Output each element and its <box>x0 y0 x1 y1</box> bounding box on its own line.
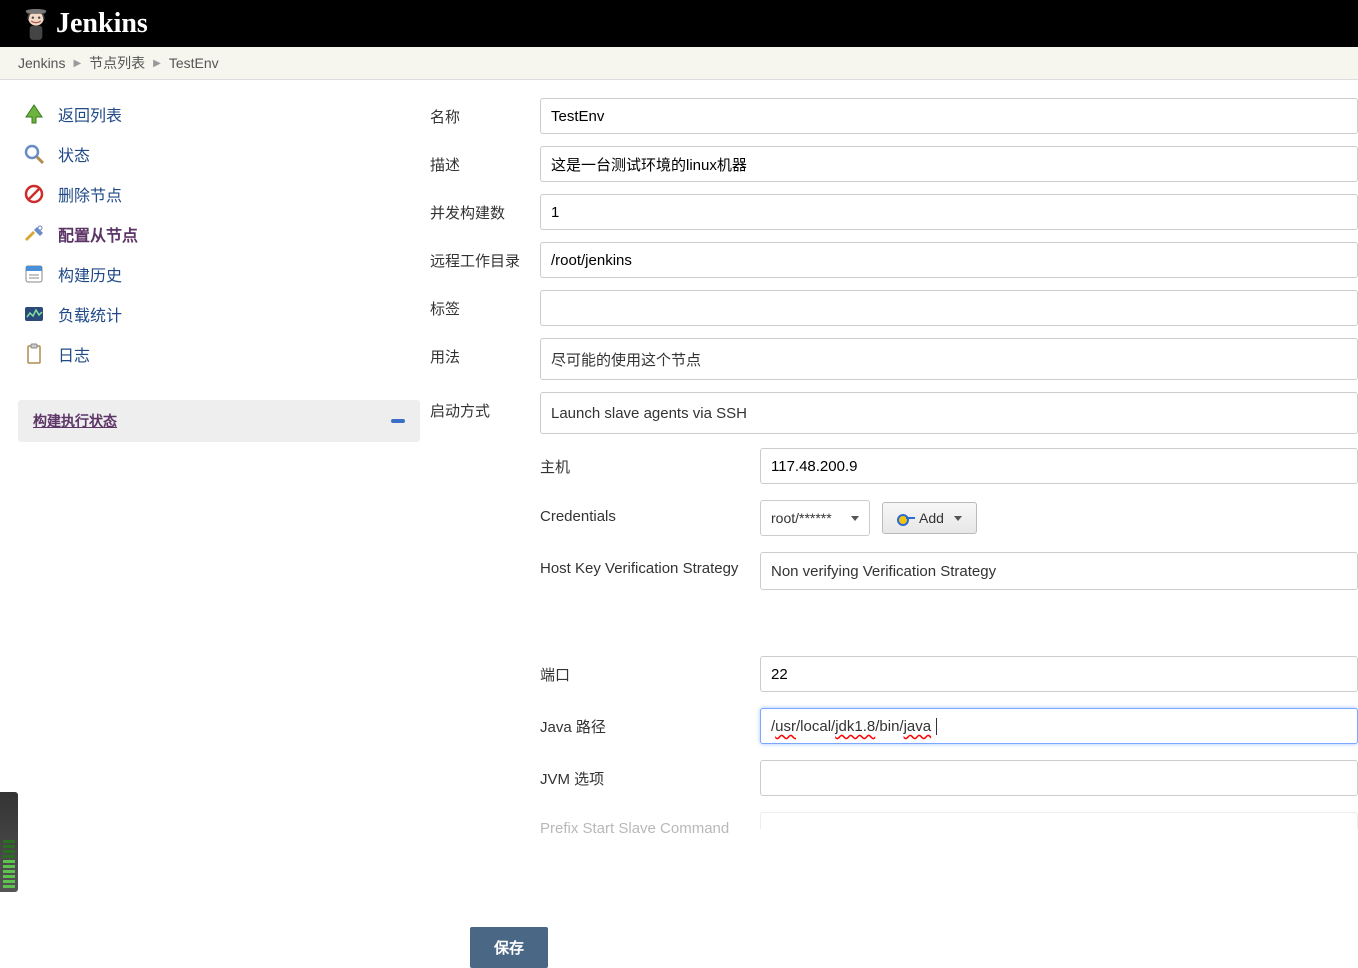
chevron-down-icon <box>851 516 859 521</box>
monitor-icon <box>22 302 46 326</box>
name-input[interactable] <box>540 98 1358 134</box>
collapse-icon[interactable] <box>391 419 405 423</box>
executors-input[interactable] <box>540 194 1358 230</box>
label-hostkey-strategy: Host Key Verification Strategy <box>540 552 760 577</box>
launch-select-value: Launch slave agents via SSH <box>551 405 747 422</box>
label-remote-root: 远程工作目录 <box>430 242 540 271</box>
label-port: 端口 <box>540 656 760 685</box>
hostkey-strategy-select[interactable]: Non verifying Verification Strategy <box>760 552 1358 590</box>
label-java-path: Java 路径 <box>540 708 760 737</box>
feedback-widget[interactable] <box>0 792 18 892</box>
app-header: Jenkins <box>0 0 1358 47</box>
label-launch: 启动方式 <box>430 392 540 421</box>
label-description: 描述 <box>430 146 540 175</box>
label-jvm-options: JVM 选项 <box>540 760 760 789</box>
breadcrumb-item-jenkins[interactable]: Jenkins <box>18 55 65 71</box>
clipboard-icon <box>22 342 46 366</box>
prefix-command-input[interactable] <box>760 812 1358 829</box>
executor-status-title: 构建执行状态 <box>33 411 117 431</box>
sidebar-item-load[interactable]: 负载统计 <box>18 294 420 334</box>
app-title: Jenkins <box>56 8 148 40</box>
sidebar-item-history[interactable]: 构建历史 <box>18 254 420 294</box>
sidebar-item-back[interactable]: 返回列表 <box>18 94 420 134</box>
sidebar-item-delete[interactable]: 删除节点 <box>18 174 420 214</box>
label-prefix-command: Prefix Start Slave Command <box>540 812 760 837</box>
java-path-input[interactable]: /usr/local/jdk1.8/bin/java <box>760 708 1358 744</box>
history-icon <box>22 262 46 286</box>
host-input[interactable] <box>760 448 1358 484</box>
description-input[interactable] <box>540 146 1358 182</box>
tools-icon <box>22 222 46 246</box>
sidebar-item-log[interactable]: 日志 <box>18 334 420 374</box>
usage-select-value: 尽可能的使用这个节点 <box>551 349 701 370</box>
text-cursor <box>932 718 937 735</box>
tags-input[interactable] <box>540 290 1358 326</box>
chevron-down-icon <box>954 516 962 521</box>
chevron-right-icon: ▶ <box>153 58 161 69</box>
ssh-config-section: 主机 Credentials root/****** Add <box>540 440 1358 837</box>
label-executors: 并发构建数 <box>430 194 540 223</box>
sidebar-item-status[interactable]: 状态 <box>18 134 420 174</box>
sidebar-item-label: 构建历史 <box>58 262 122 286</box>
breadcrumb-item-testenv[interactable]: TestEnv <box>169 55 219 71</box>
hostkey-select-value: Non verifying Verification Strategy <box>771 563 996 580</box>
label-host: 主机 <box>540 448 760 477</box>
sidebar-item-label: 状态 <box>58 142 90 166</box>
jenkins-icon <box>20 5 52 43</box>
sidebar: 返回列表 状态 删除节点 配置从节点 构建历史 负载统计 日志 构建执行状态 <box>0 80 430 917</box>
sidebar-item-label: 日志 <box>58 342 90 366</box>
sidebar-item-label: 配置从节点 <box>58 222 138 246</box>
key-icon <box>897 514 913 522</box>
label-tags: 标签 <box>430 290 540 319</box>
launch-method-select[interactable]: Launch slave agents via SSH <box>540 392 1358 434</box>
label-credentials: Credentials <box>540 500 760 525</box>
label-usage: 用法 <box>430 338 540 367</box>
credentials-select[interactable]: root/****** <box>760 500 870 536</box>
breadcrumb: Jenkins ▶ 节点列表 ▶ TestEnv <box>0 47 1358 80</box>
add-button-label: Add <box>919 510 944 526</box>
arrow-up-icon <box>22 102 46 126</box>
usage-select[interactable]: 尽可能的使用这个节点 <box>540 338 1358 380</box>
label-name: 名称 <box>430 98 540 127</box>
breadcrumb-item-nodes[interactable]: 节点列表 <box>89 53 145 73</box>
executor-status-panel[interactable]: 构建执行状态 <box>18 400 420 442</box>
add-credentials-button[interactable]: Add <box>882 502 977 534</box>
sidebar-item-label: 负载统计 <box>58 302 122 326</box>
search-icon <box>22 142 46 166</box>
config-form: 名称 描述 并发构建数 远程工作目录 标签 用法 尽可能的使用这个节点 启动方式 <box>430 80 1358 917</box>
sidebar-item-label: 返回列表 <box>58 102 122 126</box>
save-button[interactable]: 保存 <box>470 927 548 968</box>
sidebar-item-label: 删除节点 <box>58 182 122 206</box>
jvm-options-input[interactable] <box>760 760 1358 796</box>
chevron-right-icon: ▶ <box>73 58 81 69</box>
remote-root-input[interactable] <box>540 242 1358 278</box>
jenkins-logo[interactable]: Jenkins <box>20 5 148 43</box>
forbidden-icon <box>22 182 46 206</box>
credentials-select-value: root/****** <box>771 510 832 526</box>
port-input[interactable] <box>760 656 1358 692</box>
sidebar-item-configure[interactable]: 配置从节点 <box>18 214 420 254</box>
